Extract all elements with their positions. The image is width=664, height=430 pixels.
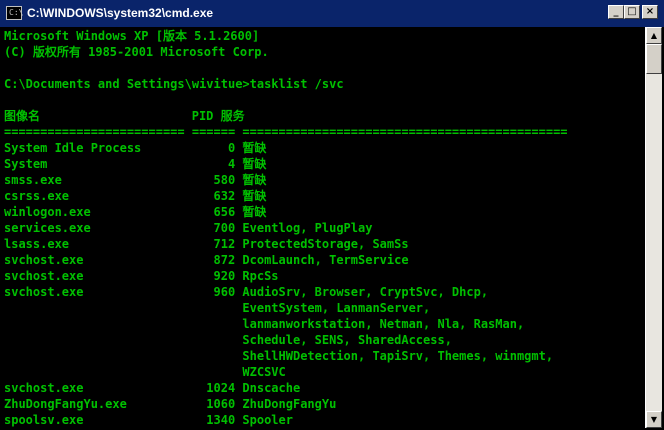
console-line: C:\Documents and Settings\wivitue>taskli… (4, 77, 344, 91)
close-button[interactable]: × (642, 5, 658, 19)
console-line: svchost.exe 920 RpcSs (4, 269, 279, 283)
console-line: spoolsv.exe 1340 Spooler (4, 413, 293, 427)
console-line: Microsoft Windows XP [版本 5.1.2600] (4, 29, 260, 43)
console-line: lsass.exe 712 ProtectedStorage, SamSs (4, 237, 409, 251)
console-line: WZCSVC (4, 365, 286, 379)
vertical-scrollbar[interactable]: ▲ ▼ (645, 27, 662, 428)
title-bar[interactable]: C:\ C:\WINDOWS\system32\cmd.exe _ □ × (0, 0, 664, 27)
console-line: winlogon.exe 656 暂缺 (4, 205, 267, 219)
cmd-window: C:\ C:\WINDOWS\system32\cmd.exe _ □ × Mi… (0, 0, 664, 430)
console-line: services.exe 700 Eventlog, PlugPlay (4, 221, 373, 235)
cmd-app-icon[interactable]: C:\ (6, 6, 24, 20)
console-line: ========================= ====== =======… (4, 125, 568, 139)
console-line: EventSystem, LanmanServer, (4, 301, 431, 315)
minimize-button[interactable]: _ (608, 5, 624, 19)
console-line: lanmanworkstation, Netman, Nla, RasMan, (4, 317, 525, 331)
console-line: svchost.exe 960 AudioSrv, Browser, Crypt… (4, 285, 489, 299)
scroll-up-button[interactable]: ▲ (646, 27, 662, 44)
console-line: svchost.exe 1024 Dnscache (4, 381, 301, 395)
console-line: ShellHWDetection, TapiSrv, Themes, winmg… (4, 349, 554, 363)
console-line: smss.exe 580 暂缺 (4, 173, 267, 187)
console-output[interactable]: Microsoft Windows XP [版本 5.1.2600] (C) 版权… (2, 27, 644, 428)
console-line: Schedule, SENS, SharedAccess, (4, 333, 452, 347)
window-title: C:\WINDOWS\system32\cmd.exe (27, 6, 214, 20)
console-line: ZhuDongFangYu.exe 1060 ZhuDongFangYu (4, 397, 337, 411)
console-line: System Idle Process 0 暂缺 (4, 141, 267, 155)
scroll-thumb[interactable] (646, 44, 662, 74)
console-line: 图像名 PID 服务 (4, 109, 245, 123)
console-line: csrss.exe 632 暂缺 (4, 189, 267, 203)
console-line: System 4 暂缺 (4, 157, 267, 171)
scroll-down-button[interactable]: ▼ (646, 411, 662, 428)
cmd-icon-text: C:\ (9, 8, 24, 17)
console-line: (C) 版权所有 1985-2001 Microsoft Corp. (4, 45, 269, 59)
maximize-button[interactable]: □ (624, 5, 640, 19)
console-line: svchost.exe 872 DcomLaunch, TermService (4, 253, 409, 267)
